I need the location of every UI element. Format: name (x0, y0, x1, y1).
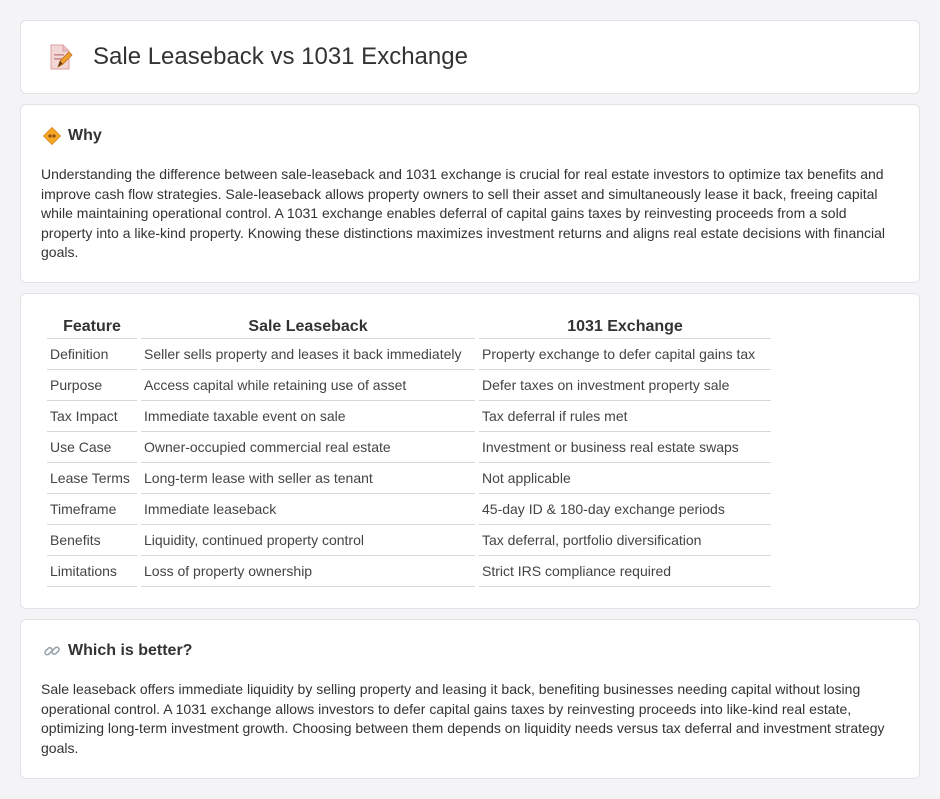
header-sale-leaseback: Sale Leaseback (141, 314, 475, 339)
row-1031-exchange: Tax deferral if rules met (479, 401, 771, 432)
row-1031-exchange: Strict IRS compliance required (479, 556, 771, 587)
row-sale-leaseback: Long-term lease with seller as tenant (141, 463, 475, 494)
page-title: Sale Leaseback vs 1031 Exchange (93, 43, 468, 70)
table-row: Limitations Loss of property ownership S… (47, 556, 771, 587)
table-row: Lease Terms Long-term lease with seller … (47, 463, 771, 494)
row-feature: Tax Impact (47, 401, 137, 432)
row-feature: Purpose (47, 370, 137, 401)
better-title: Which is better? (68, 642, 193, 659)
table-card: Feature Sale Leaseback 1031 Exchange Def… (20, 293, 920, 609)
comparison-table: Feature Sale Leaseback 1031 Exchange Def… (43, 314, 775, 587)
row-sale-leaseback: Liquidity, continued property control (141, 525, 475, 556)
better-card: Which is better? Sale leaseback offers i… (20, 619, 920, 779)
why-title: Why (68, 127, 102, 144)
why-text: Understanding the difference between sal… (41, 166, 886, 261)
row-sale-leaseback: Access capital while retaining use of as… (141, 370, 475, 401)
row-feature: Definition (47, 339, 137, 370)
row-feature: Use Case (47, 432, 137, 463)
header-1031-exchange: 1031 Exchange (479, 314, 771, 339)
row-1031-exchange: Defer taxes on investment property sale (479, 370, 771, 401)
row-1031-exchange: Property exchange to defer capital gains… (479, 339, 771, 370)
better-text: Sale leaseback offers immediate liquidit… (41, 681, 885, 756)
row-feature: Limitations (47, 556, 137, 587)
row-feature: Timeframe (47, 494, 137, 525)
row-feature: Benefits (47, 525, 137, 556)
better-heading: Which is better? (43, 642, 192, 660)
why-heading: Why (43, 127, 102, 145)
row-1031-exchange: Tax deferral, portfolio diversification (479, 525, 771, 556)
row-feature: Lease Terms (47, 463, 137, 494)
title-row: Sale Leaseback vs 1031 Exchange (47, 43, 468, 71)
row-1031-exchange: Investment or business real estate swaps (479, 432, 771, 463)
row-sale-leaseback: Owner-occupied commercial real estate (141, 432, 475, 463)
row-1031-exchange: Not applicable (479, 463, 771, 494)
table-row: Definition Seller sells property and lea… (47, 339, 771, 370)
link-icon (44, 646, 60, 656)
table-row: Use Case Owner-occupied commercial real … (47, 432, 771, 463)
table-row: Tax Impact Immediate taxable event on sa… (47, 401, 771, 432)
header-feature: Feature (47, 314, 137, 339)
diamond-sign-icon (43, 127, 61, 145)
row-sale-leaseback: Loss of property ownership (141, 556, 475, 587)
document-pencil-icon (50, 44, 73, 70)
row-sale-leaseback: Seller sells property and leases it back… (141, 339, 475, 370)
why-card: Why Understanding the difference between… (20, 104, 920, 283)
table-header-row: Feature Sale Leaseback 1031 Exchange (47, 314, 771, 339)
row-sale-leaseback: Immediate taxable event on sale (141, 401, 475, 432)
row-sale-leaseback: Immediate leaseback (141, 494, 475, 525)
row-1031-exchange: 45-day ID & 180-day exchange periods (479, 494, 771, 525)
header-card: Sale Leaseback vs 1031 Exchange (20, 20, 920, 94)
table-row: Timeframe Immediate leaseback 45-day ID … (47, 494, 771, 525)
table-row: Purpose Access capital while retaining u… (47, 370, 771, 401)
table-row: Benefits Liquidity, continued property c… (47, 525, 771, 556)
